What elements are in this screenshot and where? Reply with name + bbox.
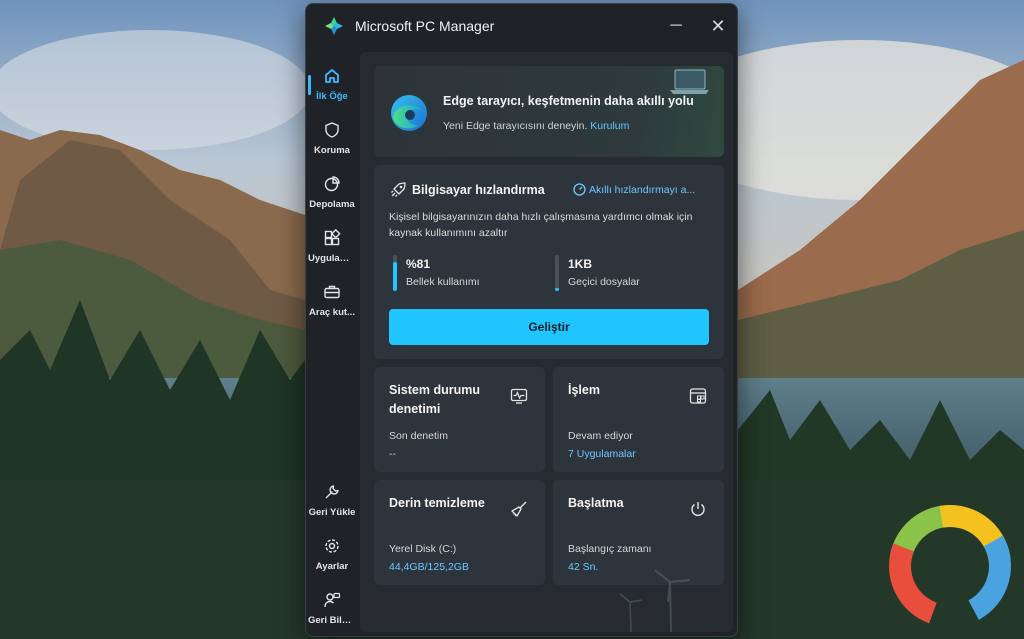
smart-boost-link[interactable]: Akıllı hızlandırmayı a... [589, 184, 695, 196]
laptop-illustration-icon [670, 69, 709, 94]
close-icon: ✕ [710, 15, 726, 36]
startup-label: Başlangıç zamanı [568, 543, 652, 555]
nav-item-feedback[interactable]: Geri Bildi... [308, 584, 356, 634]
nav-item-apps[interactable]: Uygulam... [308, 222, 356, 272]
memory-usage-fill [393, 261, 397, 291]
broom-icon [511, 501, 527, 517]
edge-promo-card[interactable]: Edge tarayıcı, keşfetmenin daha akıllı y… [374, 66, 724, 157]
deep-cleanup-tile[interactable]: Derin temizleme Yerel Disk (C:) 44,4GB/1… [374, 480, 545, 585]
active-indicator [308, 75, 311, 95]
wrench-icon [322, 482, 342, 502]
close-button[interactable]: ✕ [704, 12, 732, 40]
memory-usage-bar [393, 255, 397, 291]
nav-item-home[interactable]: İlk Öğe [308, 60, 356, 110]
edge-card-subtitle: Yeni Edge tarayıcısını deneyin. Kurulum [443, 120, 629, 132]
nav-item-protection[interactable]: Koruma [308, 114, 356, 164]
memory-usage-label: Bellek kullanımı [406, 276, 480, 288]
process-icon [689, 388, 707, 404]
nav-label-toolbox: Araç kut... [309, 307, 355, 318]
nav-item-settings[interactable]: Ayarlar [308, 530, 356, 580]
pc-manager-logo-icon [325, 17, 343, 35]
deep-cleanup-label: Yerel Disk (C:) [389, 543, 457, 555]
edge-logo-icon [391, 95, 427, 131]
health-monitor-icon [510, 388, 528, 404]
pie-chart-icon [322, 174, 342, 194]
boost-title: Bilgisayar hızlandırma [412, 183, 545, 197]
nav-label-protection: Koruma [314, 145, 350, 156]
edge-card-subtitle-text: Yeni Edge tarayıcısını deneyin. [443, 120, 588, 132]
health-check-tile[interactable]: Sistem durumu denetimi Son denetim -- [374, 367, 545, 472]
nav-item-storage[interactable]: Depolama [308, 168, 356, 218]
temp-files-value: 1KB [568, 257, 593, 271]
deep-cleanup-title: Derin temizleme [389, 496, 485, 510]
feedback-icon [322, 590, 342, 610]
temp-files-fill [555, 288, 559, 291]
home-content-panel: Edge tarayıcı, keşfetmenin daha akıllı y… [360, 52, 733, 632]
toolbox-icon [322, 282, 342, 302]
navigation-rail: İlk Öğe Koruma Depolama Uygulam... Araç … [306, 52, 358, 636]
health-check-title: Sistem durumu denetimi [389, 383, 480, 416]
window-title: Microsoft PC Manager [355, 18, 495, 34]
startup-value: 42 Sn. [568, 561, 599, 573]
shield-icon [322, 120, 342, 140]
wind-turbine-decoration [619, 569, 691, 632]
boost-description: Kişisel bilgisayarınızın daha hızlı çalı… [389, 211, 693, 239]
rocket-icon [391, 182, 406, 197]
pc-manager-window: Microsoft PC Manager ─ ✕ İlk Öğe Koruma … [305, 3, 738, 637]
memory-usage-value: %81 [406, 257, 431, 271]
edge-card-title: Edge tarayıcı, keşfetmenin daha akıllı y… [443, 94, 694, 108]
nav-label-feedback: Geri Bildi... [308, 615, 356, 626]
apps-icon [322, 228, 342, 248]
nav-item-toolbox[interactable]: Araç kut... [308, 276, 356, 326]
nav-label-restore: Geri Yükle [308, 507, 356, 518]
process-tile[interactable]: İşlem Devam ediyor 7 Uygulamalar [553, 367, 724, 472]
health-check-label: Son denetim [389, 430, 448, 442]
minimize-icon: ─ [670, 17, 682, 34]
health-check-value: -- [389, 448, 396, 460]
nav-label-settings: Ayarlar [315, 561, 349, 572]
startup-title: Başlatma [568, 496, 624, 510]
smart-boost-icon [573, 183, 586, 196]
process-title: İşlem [568, 383, 600, 397]
process-label: Devam ediyor [568, 430, 633, 442]
temp-files-bar [555, 255, 559, 291]
edge-install-link[interactable]: Kurulum [590, 120, 629, 132]
gear-icon [322, 536, 342, 556]
process-value-link[interactable]: 7 Uygulamalar [568, 448, 636, 460]
nav-label-apps: Uygulam... [308, 253, 356, 264]
nav-label-storage: Depolama [309, 199, 355, 210]
pc-boost-card: Bilgisayar hızlandırma Akıllı hızlandırm… [374, 165, 724, 359]
deep-cleanup-value: 44,4GB/125,2GB [389, 561, 469, 573]
title-bar[interactable]: Microsoft PC Manager ─ ✕ [306, 4, 737, 48]
nav-label-home: İlk Öğe [316, 91, 348, 102]
nav-item-restore[interactable]: Geri Yükle [308, 476, 356, 526]
power-icon [691, 502, 705, 516]
temp-files-label: Geçici dosyalar [568, 276, 640, 288]
corner-watermark-logo [889, 505, 1012, 627]
boost-button[interactable]: Geliştir [389, 309, 709, 345]
home-icon [322, 66, 342, 86]
minimize-button[interactable]: ─ [662, 12, 690, 40]
